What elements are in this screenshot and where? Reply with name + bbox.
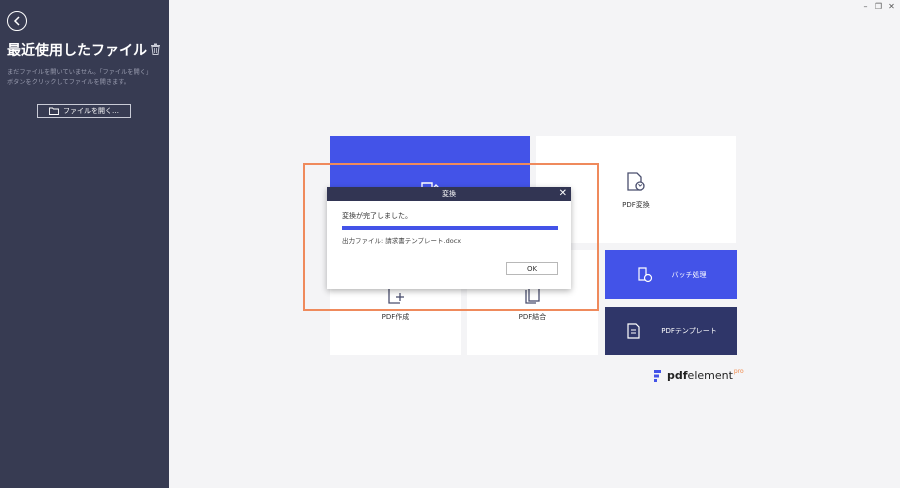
minimize-icon[interactable]: – [861,2,870,11]
combine-label: PDF結合 [518,312,547,321]
template-label: PDFテンプレート [661,327,717,335]
batch-process-icon [637,266,652,282]
chevron-left-icon [13,16,20,26]
recent-files-title: 最近使用したファイル [7,43,147,59]
sidebar: 最近使用したファイル まだファイルを開いていません。「ファイルを開く」ボタンをク… [0,0,169,488]
template-icon [627,323,640,339]
progress-fill [342,226,558,230]
dialog-close-icon[interactable]: ✕ [559,188,567,200]
close-window-icon[interactable]: ✕ [887,2,896,11]
logo-pdf-text: pdf [667,369,688,382]
batch-label: バッチ処理 [671,270,707,279]
output-file-text: 出力ファイル: 請求書テンプレート.docx [342,237,462,245]
pdfelement-logo: pdf element pro [654,368,744,382]
pdfelement-logo-icon [654,370,661,382]
dialog-header: 変換 ✕ [327,187,571,201]
convert-label: PDF変換 [622,200,650,209]
dialog-message: 変換が完了しました。 [342,212,412,220]
open-file-label: ファイルを開く… [63,107,119,115]
convert-document-icon [627,171,645,191]
pdf-template-tile[interactable]: PDFテンプレート [605,307,737,355]
batch-process-tile[interactable]: バッチ処理 [605,250,737,299]
conversion-dialog: 変換 ✕ 変換が完了しました。 出力ファイル: 請求書テンプレート.docx O… [327,187,571,289]
create-label: PDF作成 [381,312,410,321]
progress-bar [342,226,558,230]
back-button[interactable] [7,11,27,31]
empty-message: まだファイルを開いていません。「ファイルを開く」ボタンをクリックしてファイルを開… [7,69,153,86]
trash-icon[interactable] [150,43,161,55]
open-file-button[interactable]: ファイルを開く… [37,104,131,118]
ok-button[interactable]: OK [506,262,558,275]
restore-icon[interactable]: ❐ [874,2,883,11]
window-controls: – ❐ ✕ [861,2,896,11]
dialog-title: 変換 [442,190,456,198]
folder-icon [49,107,59,115]
logo-element-text: element [687,369,733,382]
logo-pro-badge: pro [733,368,744,375]
